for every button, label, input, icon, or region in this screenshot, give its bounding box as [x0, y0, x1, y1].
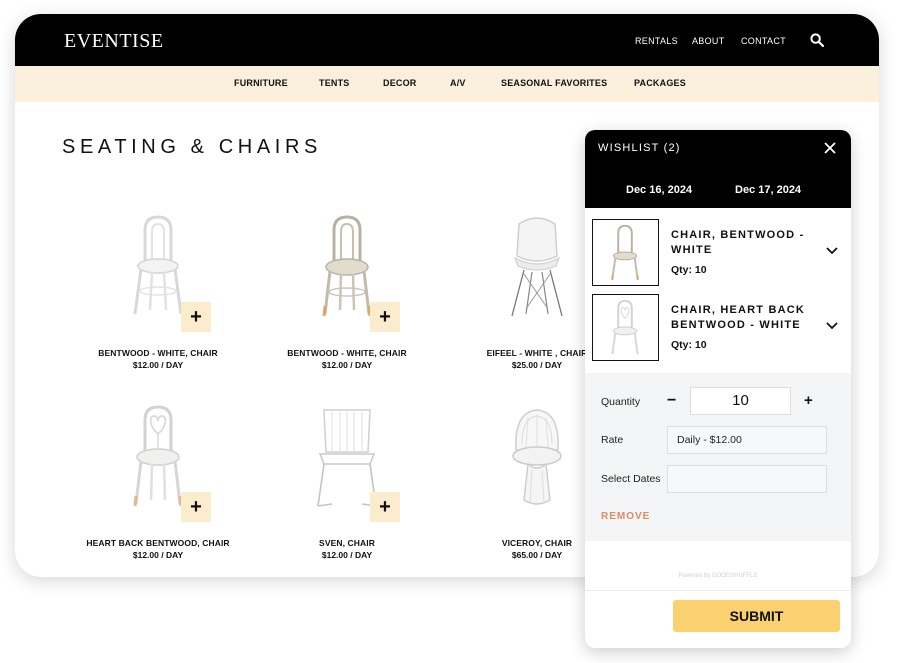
- add-to-wishlist-button[interactable]: +: [181, 492, 211, 522]
- item-name: CHAIR, BENTWOOD - WHITE: [671, 229, 805, 256]
- product-price: $12.00 / DAY: [132, 550, 184, 560]
- add-to-wishlist-button[interactable]: +: [181, 302, 211, 332]
- wishlist-item[interactable]: CHAIR, BENTWOOD - WHITE Qty: 10: [592, 219, 844, 287]
- category-tents[interactable]: TENTS: [319, 78, 350, 88]
- wishlist-item[interactable]: CHAIR, HEART BACK BENTWOOD - WHITE Qty: …: [592, 294, 844, 362]
- category-av[interactable]: A/V: [450, 78, 466, 88]
- item-thumbnail: [592, 219, 659, 286]
- product-price: $12.00 / DAY: [132, 360, 184, 370]
- submit-button[interactable]: SUBMIT: [673, 600, 840, 632]
- nav-contact[interactable]: CONTACT: [741, 36, 786, 46]
- item-name: CHAIR, HEART BACK BENTWOOD - WHITE: [671, 304, 806, 331]
- rate-select[interactable]: Daily - $12.00: [667, 426, 827, 454]
- category-packages[interactable]: PACKAGES: [634, 78, 686, 88]
- category-furniture[interactable]: FURNITURE: [234, 78, 288, 88]
- category-decor[interactable]: DECOR: [383, 78, 417, 88]
- chair-image: [512, 409, 562, 505]
- add-to-wishlist-button[interactable]: +: [370, 302, 400, 332]
- nav-rentals[interactable]: RENTALS: [635, 36, 678, 46]
- search-icon[interactable]: [810, 33, 824, 47]
- site-header: EVENTISE RENTALS ABOUT CONTACT: [15, 14, 879, 66]
- quantity-label: Quantity: [601, 396, 641, 408]
- product-card[interactable]: + SVEN, CHAIR $12.00 / DAY: [262, 404, 432, 577]
- product-card[interactable]: + BENTWOOD - WHITE, CHAIR $12.00 / DAY: [262, 214, 432, 394]
- divider: [585, 590, 851, 591]
- start-date[interactable]: Dec 16, 2024: [626, 184, 692, 196]
- item-qty: Qty: 10: [671, 339, 707, 351]
- wishlist-header: WISHLIST (2) Dec 16, 2024 Dec 17, 2024: [585, 130, 851, 208]
- wishlist-title: WISHLIST (2): [598, 142, 681, 154]
- close-icon[interactable]: [823, 141, 837, 155]
- product-name[interactable]: BENTWOOD - WHITE, CHAIR: [73, 348, 243, 358]
- chair-image: [511, 217, 563, 317]
- item-qty: Qty: 10: [671, 264, 707, 276]
- product-card[interactable]: + BENTWOOD - WHITE, CHAIR $12.00 / DAY: [73, 214, 243, 394]
- wishlist-panel: WISHLIST (2) Dec 16, 2024 Dec 17, 2024 C…: [585, 130, 851, 648]
- item-thumbnail: [592, 294, 659, 361]
- nav-about[interactable]: ABOUT: [692, 36, 725, 46]
- category-seasonal-favorites[interactable]: SEASONAL FAVORITES: [501, 78, 607, 88]
- select-dates-label: Select Dates: [601, 473, 661, 485]
- remove-button[interactable]: REMOVE: [601, 511, 650, 522]
- product-name[interactable]: HEART BACK BENTWOOD, CHAIR: [73, 538, 243, 548]
- product-name[interactable]: SVEN, CHAIR: [262, 538, 432, 548]
- rate-label: Rate: [601, 434, 624, 446]
- chevron-down-icon[interactable]: [826, 247, 838, 255]
- product-price: $12.00 / DAY: [321, 550, 373, 560]
- end-date[interactable]: Dec 17, 2024: [735, 184, 801, 196]
- dates-input[interactable]: [667, 465, 827, 493]
- category-bar: FURNITURE TENTS DECOR A/V SEASONAL FAVOR…: [15, 66, 879, 102]
- product-card[interactable]: + HEART BACK BENTWOOD, CHAIR $12.00 / DA…: [73, 404, 243, 577]
- powered-by: Powered by GOODSHUFFLE: [678, 573, 758, 579]
- item-editor: Quantity − 10 + Rate Daily - $12.00 Sele…: [585, 373, 851, 541]
- add-to-wishlist-button[interactable]: +: [370, 492, 400, 522]
- site-logo[interactable]: EVENTISE: [64, 30, 164, 53]
- decrement-button[interactable]: −: [667, 392, 676, 410]
- quantity-input[interactable]: 10: [690, 387, 791, 415]
- chevron-down-icon[interactable]: [826, 322, 838, 330]
- product-name[interactable]: BENTWOOD - WHITE, CHAIR: [262, 348, 432, 358]
- increment-button[interactable]: +: [804, 392, 813, 409]
- product-price: $12.00 / DAY: [321, 360, 373, 370]
- chair-image: [611, 224, 639, 281]
- chair-image: [611, 299, 639, 355]
- page-title: SEATING & CHAIRS: [62, 136, 322, 158]
